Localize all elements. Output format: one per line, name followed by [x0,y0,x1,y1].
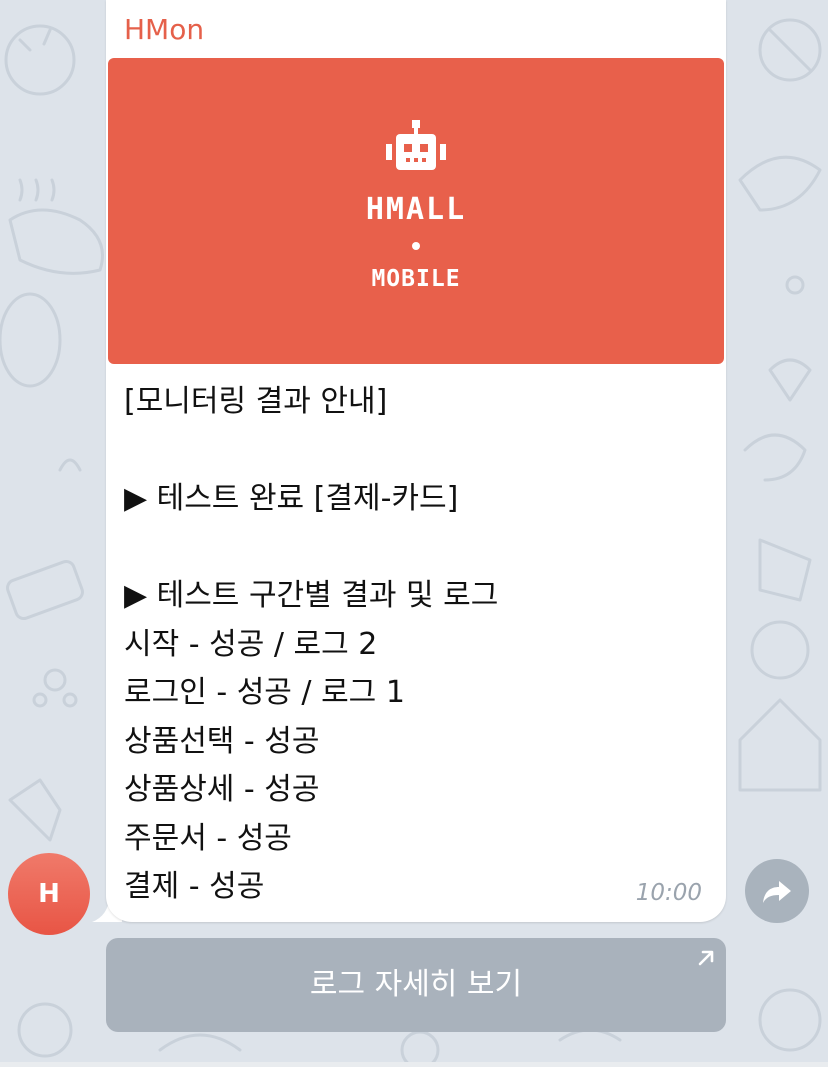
view-log-details-label: 로그 자세히 보기 [309,967,523,1002]
message-line: 시작 - 성공 / 로그 2 [124,626,378,662]
message-line: ▶ 테스트 완료 [결제-카드] [124,481,459,516]
message-time: 10:00 [635,880,702,906]
message-text: [모니터링 결과 안내] ▶ 테스트 완료 [결제-카드] ▶ 테스트 구간별 … [124,378,704,912]
share-arrow-icon [763,881,791,903]
external-link-arrow-icon [698,950,714,966]
message-line [124,524,704,573]
view-log-details-button[interactable]: 로그 자세히 보기 [106,938,726,1032]
message-line: 로그인 - 성공 / 로그 1 [124,675,405,710]
message-line [124,427,704,476]
robot-icon [386,120,446,170]
message-line: [모니터링 결과 안내] [124,384,388,419]
avatar-initial: H [38,879,60,909]
bottom-divider [0,1062,828,1067]
message-line: 결제 - 성공 [124,869,265,904]
message-line: 상품상세 - 성공 [124,772,320,807]
message-bubble: HMon HMALL MOBILE [모니터링 결과 안내] ▶ 테스트 완료 … [106,0,726,922]
message-line: 상품선택 - 성공 [124,723,320,759]
banner-separator-dot [412,242,420,250]
share-button[interactable] [745,859,809,923]
banner-subtitle: MOBILE [371,266,461,292]
message-line: 주문서 - 성공 [124,820,292,856]
bot-banner-image[interactable]: HMALL MOBILE [108,58,724,364]
sender-name[interactable]: HMon [124,12,204,48]
sender-avatar[interactable]: H [8,853,90,935]
message-line: ▶ 테스트 구간별 결과 및 로그 [124,578,499,613]
banner-title: HMALL [365,192,467,227]
